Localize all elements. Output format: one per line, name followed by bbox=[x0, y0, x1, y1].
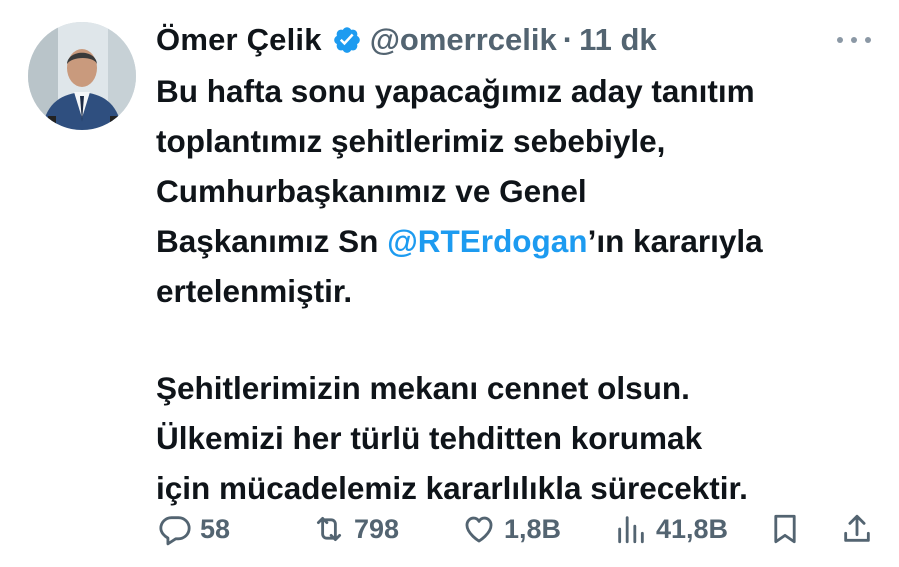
verified-badge-icon bbox=[332, 25, 362, 55]
heart-icon bbox=[465, 516, 493, 543]
tweet-line: Şehitlerimizin mekanı cennet olsun. bbox=[156, 370, 690, 406]
retweet-button[interactable]: 798 bbox=[312, 511, 399, 547]
retweet-icon bbox=[316, 516, 342, 542]
views-button[interactable]: 41,8B bbox=[614, 511, 728, 547]
like-button[interactable]: 1,8B bbox=[462, 511, 561, 547]
timestamp[interactable]: 11 dk bbox=[579, 22, 657, 58]
more-dots-icon[interactable] bbox=[837, 30, 871, 50]
views-count: 41,8B bbox=[656, 513, 729, 544]
tweet-text-segment: Başkanımız Sn bbox=[156, 223, 388, 259]
tweet-text-segment: ’ın kararıyla bbox=[587, 223, 763, 259]
tweet-line: için mücadelemiz kararlılıkla sürecektir… bbox=[156, 470, 748, 506]
reply-count: 58 bbox=[200, 513, 231, 544]
reply-button[interactable]: 58 bbox=[158, 511, 230, 547]
action-bar: 58 798 1,8B 41,8B bbox=[156, 507, 872, 551]
avatar-image bbox=[28, 22, 136, 130]
bookmark-icon bbox=[774, 514, 796, 544]
tweet-header: Ömer Çelik @omerrcelik · 11 dk bbox=[156, 20, 871, 60]
bookmark-button[interactable] bbox=[768, 511, 802, 547]
tweet-line: Bu hafta sonu yapacağımız aday tanıtım bbox=[156, 73, 755, 109]
reply-icon bbox=[159, 516, 191, 546]
tweet-text: Bu hafta sonu yapacağımız aday tanıtım t… bbox=[156, 66, 876, 513]
tweet-line: ertelenmiştir. bbox=[156, 273, 353, 309]
share-icon bbox=[844, 514, 870, 542]
like-count: 1,8B bbox=[504, 513, 562, 544]
views-chart-icon bbox=[618, 516, 644, 544]
author-handle[interactable]: @omerrcelik bbox=[370, 22, 557, 58]
avatar[interactable] bbox=[28, 22, 136, 130]
retweet-count: 798 bbox=[354, 513, 400, 544]
share-button[interactable] bbox=[840, 511, 874, 547]
tweet-line: Cumhurbaşkanımız ve Genel bbox=[156, 173, 587, 209]
separator-dot: · bbox=[562, 22, 574, 57]
author-name[interactable]: Ömer Çelik bbox=[156, 22, 322, 58]
mention-link[interactable]: @RTErdogan bbox=[387, 223, 587, 259]
tweet-line: Başkanımız Sn @RTErdogan’ın kararıyla bbox=[156, 216, 876, 266]
tweet-line: toplantımız şehitlerimiz sebebiyle, bbox=[156, 123, 666, 159]
tweet-line: Ülkemizi her türlü tehditten korumak bbox=[156, 420, 703, 456]
